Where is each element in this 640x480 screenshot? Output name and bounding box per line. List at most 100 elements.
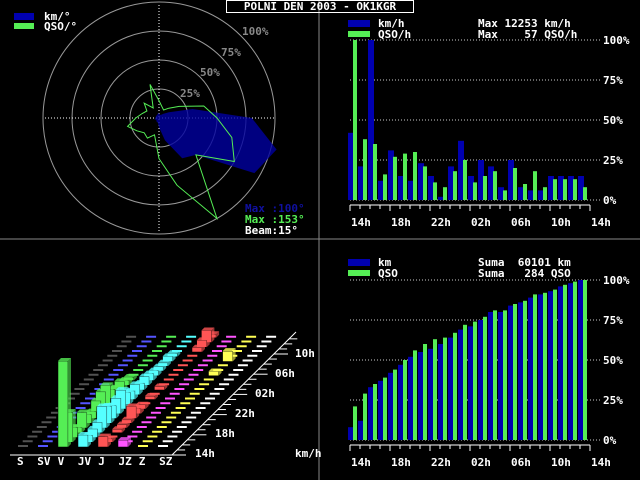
direction-bar-flat: [69, 392, 80, 395]
direction-bar-side: [68, 358, 71, 447]
direction-bar-flat: [193, 369, 204, 371]
direction-bar-flat: [137, 364, 148, 367]
hourly-qso-bar: [373, 144, 377, 200]
direction-bar-flat: [172, 430, 183, 433]
direction-bar-flat: [46, 416, 57, 419]
direction-label: SZ: [159, 455, 173, 468]
direction-bar-flat: [152, 430, 163, 433]
direction-bar-flat: [185, 397, 195, 400]
direction-bar-flat: [241, 340, 252, 343]
hourly-qso-bar: [533, 171, 537, 200]
window-title: POLNI DEN 2003 - OK1KGR: [226, 0, 414, 13]
direction-bar-flat: [142, 440, 153, 443]
hourly-y-tick-label: 25%: [603, 154, 623, 167]
hourly-qso-bar: [473, 182, 477, 200]
direction-label: V: [57, 455, 65, 468]
direction-bar-flat: [266, 335, 277, 338]
qsoh-legend-label: QSO/h: [378, 28, 412, 41]
direction-bar-flat: [108, 373, 119, 376]
hourly-qso-bar: [393, 156, 397, 200]
hourly-qso-bar: [413, 152, 417, 200]
direction-label: J: [98, 455, 105, 468]
direction-bar-flat: [133, 369, 144, 371]
direction-bar-flat: [199, 383, 210, 386]
direction-label: JZ: [118, 455, 132, 468]
ring-label-75: 75%: [221, 46, 241, 59]
cumulative-qso-bar: [493, 310, 497, 440]
direction-bar-flat: [190, 411, 201, 414]
direction-bar-flat: [236, 345, 247, 348]
direction-bar-flat: [117, 364, 128, 367]
direction-bar-flat: [180, 402, 191, 405]
direction-bar-flat: [80, 402, 91, 405]
hour-label: 14h: [195, 447, 215, 460]
direction-bar-flat: [181, 340, 192, 343]
direction-bar-flat: [233, 369, 244, 371]
qso-sum: Suma 284 QSO: [478, 267, 571, 280]
direction-bar-flat: [173, 369, 184, 371]
direction-bar-flat: [223, 378, 234, 381]
qso-sum-legend-label: QSO: [378, 267, 398, 280]
direction-bar-flat: [174, 388, 185, 390]
cumulative-qso-bar: [523, 300, 527, 440]
direction-bar-flat: [194, 388, 205, 390]
direction-bar-flat: [203, 378, 214, 381]
km-sum-legend-swatch: [348, 259, 370, 266]
hourly-qso-bar: [503, 190, 507, 200]
direction-bar-flat: [93, 369, 104, 371]
direction-bar-flat: [209, 392, 220, 395]
cumulative-qso-bar: [423, 344, 427, 440]
direction-label: JV: [77, 455, 92, 468]
direction-bar-flat: [83, 378, 94, 381]
direction-bar-flat: [42, 440, 53, 443]
qsoh-max: Max 57 QSO/h: [478, 28, 578, 41]
cumulative-qso-bar: [573, 281, 577, 440]
direction-bar-flat: [221, 340, 232, 343]
direction-bar: [222, 350, 233, 362]
direction-bar-flat: [103, 378, 114, 381]
hourly-x-label: 10h: [551, 216, 571, 229]
direction-bar-flat: [136, 426, 147, 428]
direction-bar-flat: [205, 397, 215, 400]
direction-bar-flat: [47, 435, 58, 438]
ring-label-25: 25%: [180, 87, 200, 100]
direction-bar-flat: [183, 378, 194, 381]
direction-bar-flat: [161, 421, 172, 424]
cumulative-qso-bar: [533, 294, 537, 440]
direction-bar: [111, 429, 123, 433]
cumulative-qso-bar: [513, 304, 517, 440]
direction-bar-flat: [195, 407, 206, 409]
direction-bar-flat: [113, 369, 124, 371]
cumulative-y-tick-label: 75%: [603, 314, 623, 327]
direction-label: S: [17, 455, 24, 468]
direction-bar-flat: [18, 445, 28, 447]
hourly-qso-bar: [583, 187, 587, 200]
cumulative-x-label: 10h: [551, 456, 571, 469]
direction-bar: [57, 360, 69, 448]
direction-bar-side: [120, 395, 124, 414]
cumulative-qso-bar: [383, 377, 387, 440]
direction-bar-flat: [156, 345, 167, 348]
hourly-qso-bar: [443, 187, 447, 200]
direction-bar-flat: [74, 388, 85, 390]
direction-bar-flat: [156, 426, 167, 428]
direction-bar: [125, 406, 137, 419]
ring-label-50: 50%: [200, 66, 220, 79]
direction-bar-flat: [142, 359, 153, 362]
qso-legend-swatch: [14, 23, 34, 29]
direction-bar-flat: [188, 373, 199, 376]
direction-bar-side: [111, 403, 115, 424]
cumulative-qso-bar: [393, 369, 397, 440]
cumulative-qso-bar: [483, 316, 487, 440]
cumulative-x-label: 14h: [591, 456, 611, 469]
direction-bar-flat: [22, 440, 33, 443]
direction-bar-flat: [181, 421, 192, 424]
cumulative-qso-bar: [373, 384, 377, 440]
direction-bar: [117, 439, 129, 448]
km-per-degree-shape: [154, 109, 277, 174]
direction-bar-flat: [162, 440, 173, 443]
direction-bar-flat: [200, 402, 211, 405]
hourly-x-label: 06h: [511, 216, 531, 229]
ring-label-100: 100%: [242, 25, 269, 38]
hourly-qso-bar: [433, 182, 437, 200]
